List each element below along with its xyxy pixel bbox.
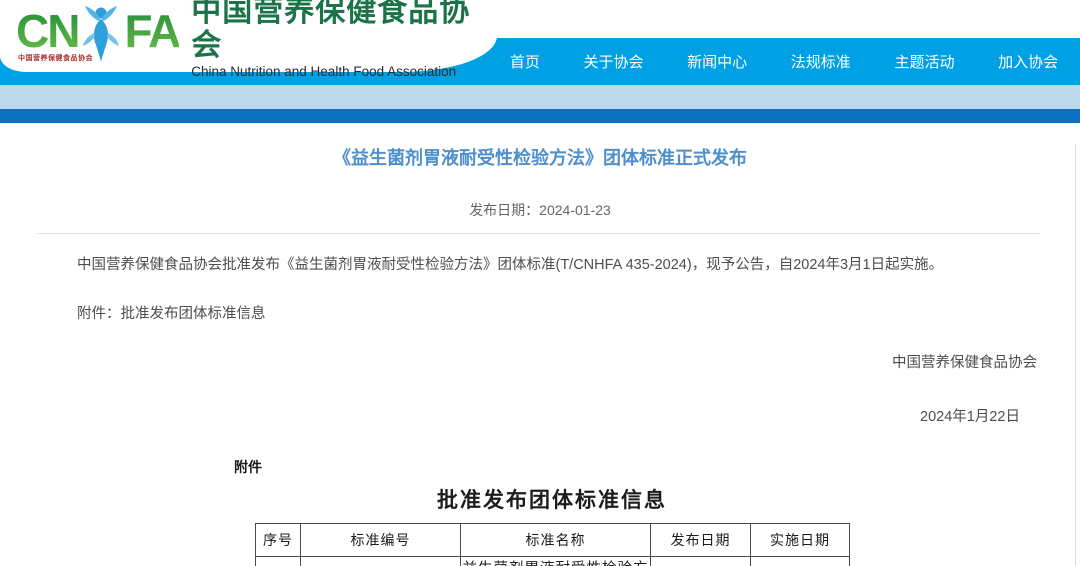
logo-letters-cn: CN <box>16 5 78 57</box>
col-header-impl-date: 实施日期 <box>751 524 850 557</box>
attachment-line[interactable]: 附件：批准发布团体标准信息 <box>77 302 1080 323</box>
attachment-table-title: 批准发布团体标准信息 <box>255 484 849 514</box>
band-dark-blue <box>0 109 1080 123</box>
attachment-label: 附件 <box>234 457 1080 477</box>
nav-items: 首页 关于协会 新闻中心 法规标准 主题活动 加入协会 <box>488 38 1080 85</box>
nav-item-home[interactable]: 首页 <box>510 51 540 72</box>
cell-index: 1 <box>256 557 301 566</box>
col-header-index: 序号 <box>256 524 301 557</box>
table-row: 1 T/CNHFA 435-2024 益生菌剂胃液耐受性检验方法 2024-01… <box>256 557 850 566</box>
signature-org: 中国营养保健食品协会 <box>0 351 1080 372</box>
logo-acronym: CN FA 中国营养保健食品协会 <box>16 5 179 68</box>
table-header-row: 序号 标准编号 标准名称 发布日期 实施日期 <box>256 524 850 557</box>
org-names: 中国营养保健食品协会 China Nutrition and Health Fo… <box>191 0 497 79</box>
col-header-std-number: 标准编号 <box>301 524 461 557</box>
publish-date: 发布日期：2024-01-23 <box>0 200 1080 220</box>
logo-letters-fa: FA <box>124 5 179 57</box>
nav-item-regulations[interactable]: 法规标准 <box>791 51 851 72</box>
cell-pub-date: 2024-01-22 <box>651 557 751 566</box>
site-header: 首页 关于协会 新闻中心 法规标准 主题活动 加入协会 CN <box>0 0 1080 85</box>
col-header-pub-date: 发布日期 <box>651 524 751 557</box>
nav-item-activities[interactable]: 主题活动 <box>894 51 954 72</box>
article-paragraph: 中国营养保健食品协会批准发布《益生菌剂胃液耐受性检验方法》团体标准(T/CNHF… <box>77 255 985 276</box>
cell-impl-date: 2024-03-01 <box>751 557 850 566</box>
org-name-en: China Nutrition and Health Food Associat… <box>191 64 497 79</box>
signature-date: 2024年1月22日 <box>0 405 1080 426</box>
article-title: 《益生菌剂胃液耐受性检验方法》团体标准正式发布 <box>0 144 1080 170</box>
nav-item-about[interactable]: 关于协会 <box>583 51 643 72</box>
col-header-std-name: 标准名称 <box>461 524 651 557</box>
org-name-zh: 中国营养保健食品协会 <box>191 0 497 63</box>
cell-std-name: 益生菌剂胃液耐受性检验方法 <box>461 557 651 566</box>
nav-item-join[interactable]: 加入协会 <box>998 51 1058 72</box>
page: 首页 关于协会 新闻中心 法规标准 主题活动 加入协会 CN <box>0 0 1080 566</box>
cell-std-number: T/CNHFA 435-2024 <box>301 557 461 566</box>
content-right-edge-line <box>1075 144 1076 566</box>
scanned-attachment: 附件 批准发布团体标准信息 序号 标准编号 标准名称 发布日期 实施日期 1 T… <box>0 457 1080 566</box>
divider <box>37 233 1040 234</box>
article-content: 《益生菌剂胃液耐受性检验方法》团体标准正式发布 发布日期：2024-01-23 … <box>0 144 1080 566</box>
nav-item-news[interactable]: 新闻中心 <box>687 51 747 72</box>
standards-table: 序号 标准编号 标准名称 发布日期 实施日期 1 T/CNHFA 435-202… <box>255 523 850 566</box>
band-light-blue <box>0 85 1080 109</box>
logo-subtext: 中国营养保健食品协会 <box>18 53 93 63</box>
logo[interactable]: CN FA 中国营养保健食品协会 中国营养保健食品协会 China Nu <box>0 0 497 72</box>
